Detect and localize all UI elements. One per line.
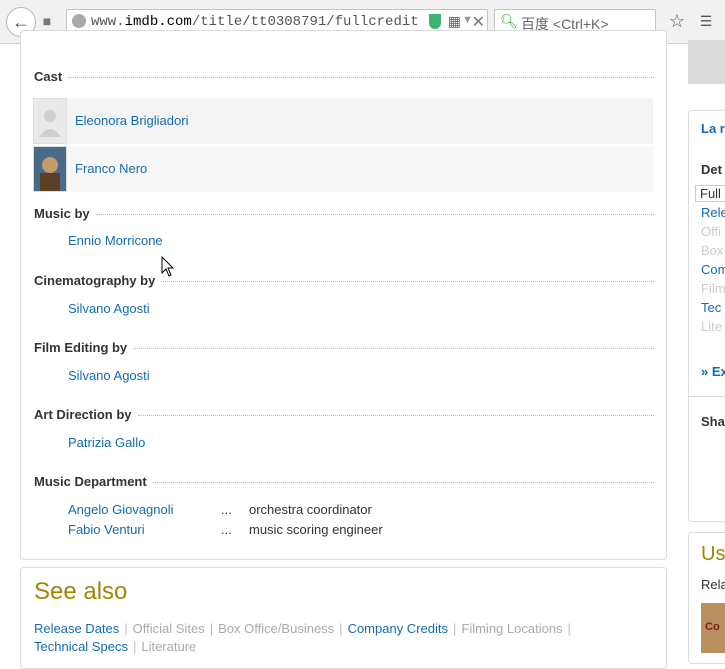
link-filming-locations: Filming Locations <box>461 621 563 636</box>
sidebar-explore[interactable]: » Ex <box>701 364 725 379</box>
person-link[interactable]: Patrizia Gallo <box>68 435 145 450</box>
credit-role: orchestra coordinator <box>249 502 372 517</box>
star-icon[interactable]: ☆ <box>668 12 686 30</box>
section-heading: Film Editing by <box>34 340 654 355</box>
sidebar-share-heading: Sha <box>701 414 725 429</box>
section-heading: Music Department <box>34 474 654 489</box>
sidebar-card: La r Det Full Rele Offi Box Com Film Tec… <box>688 110 725 522</box>
credits-card: Cast Eleonora Brigliadori Franco Nero Mu… <box>20 30 667 560</box>
url-text: www.imdb.com/title/tt0308791/fullcredit <box>91 14 419 30</box>
section-heading: Music by <box>34 206 654 221</box>
credit-dots: ... <box>221 522 232 537</box>
search-icon: 🔍︎ <box>500 13 518 29</box>
see-also-title: See also <box>34 578 128 605</box>
section-heading: Cinematography by <box>34 273 654 288</box>
cast-row: Franco Nero <box>33 146 653 192</box>
sidebar-item-official: Offi <box>701 224 721 239</box>
sidebar-item-literature: Lite <box>701 319 722 334</box>
link-technical-specs[interactable]: Technical Specs <box>34 639 128 654</box>
sidebar-item-company[interactable]: Com <box>701 262 725 277</box>
see-also-links: Release Dates | Official Sites | Box Office/… <box>34 621 571 654</box>
sidebar-item-full-credits[interactable]: Full <box>695 185 725 202</box>
person-link[interactable]: Fabio Venturi <box>68 522 145 537</box>
globe-icon <box>72 14 86 28</box>
actor-photo <box>33 146 67 192</box>
section-heading: Cast <box>34 69 654 84</box>
see-also-card: See also Release Dates | Official Sites | Bo… <box>20 567 667 669</box>
ad-block <box>688 40 725 84</box>
user-lists-card: Us Rela Co <box>688 532 725 664</box>
avatar-placeholder <box>33 98 67 144</box>
person-link[interactable]: Angelo Giovagnoli <box>68 502 174 517</box>
cast-name-link[interactable]: Franco Nero <box>75 161 147 176</box>
sidebar-item-box: Box <box>701 243 724 258</box>
double-chevron-down-icon: » <box>701 364 709 379</box>
sidebar-details-heading: Det <box>701 162 722 177</box>
close-icon[interactable]: ✕ <box>472 12 485 32</box>
person-link[interactable]: Silvano Agosti <box>68 301 150 316</box>
link-official-sites: Official Sites <box>132 621 205 636</box>
sidebar-item-technical[interactable]: Tec <box>701 300 721 315</box>
sidebar-item-release[interactable]: Rele <box>701 205 725 220</box>
sidebar-title[interactable]: La r <box>701 121 725 136</box>
cast-name-link[interactable]: Eleonora Brigliadori <box>75 113 188 128</box>
qr-code-icon[interactable]: ▦ <box>448 13 461 30</box>
link-box-office: Box Office/Business <box>218 621 335 636</box>
poster-title: Co <box>705 621 720 633</box>
cast-row: Eleonora Brigliadori <box>33 98 653 144</box>
shield-icon[interactable] <box>429 14 441 29</box>
related-lists-label: Rela <box>701 577 725 592</box>
link-release-dates[interactable]: Release Dates <box>34 621 119 636</box>
mouse-cursor-icon <box>161 256 175 277</box>
list-poster[interactable]: Co <box>701 603 725 653</box>
sidebar-toggle-icon[interactable]: ■ <box>38 12 56 30</box>
menu-icon[interactable]: ☰ <box>697 12 715 30</box>
link-company-credits[interactable]: Company Credits <box>348 621 448 636</box>
user-lists-title: Us <box>701 543 725 565</box>
person-link[interactable]: Silvano Agosti <box>68 368 150 383</box>
section-heading: Art Direction by <box>34 407 654 422</box>
person-link[interactable]: Ennio Morricone <box>68 233 163 248</box>
sidebar-item-filming: Film <box>701 281 725 296</box>
credit-role: music scoring engineer <box>249 522 383 537</box>
link-literature: Literature <box>141 639 197 654</box>
credit-dots: ... <box>221 502 232 517</box>
